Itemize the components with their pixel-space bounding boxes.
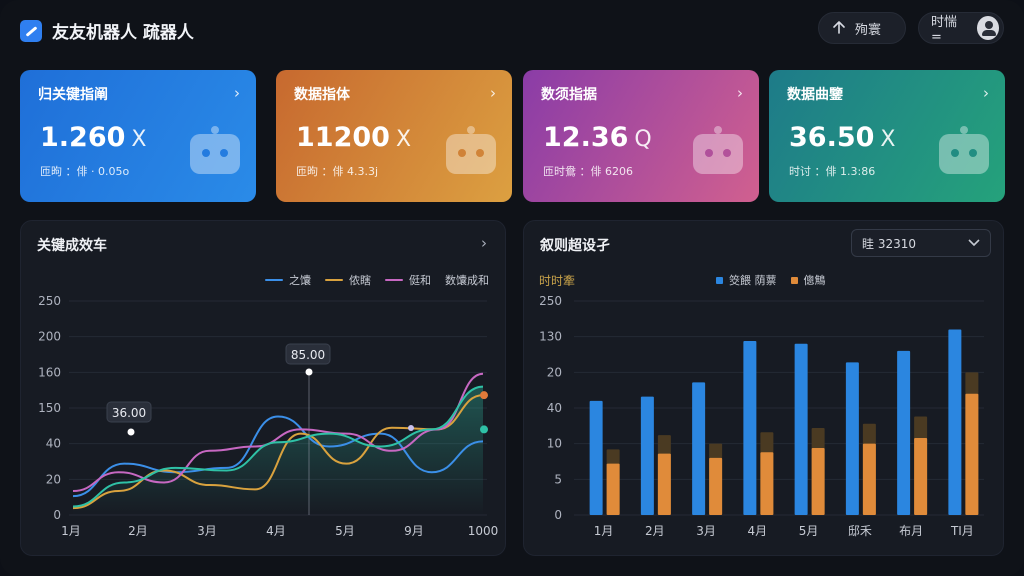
chevron-right-icon[interactable]: › — [983, 84, 989, 102]
robot-icon — [937, 126, 991, 176]
bar-orange — [811, 447, 825, 515]
kpi-subtext: 匝昫 ：俳 4.3.3j — [296, 165, 379, 178]
bar-orange — [914, 437, 928, 515]
y-tick-label: 160 — [38, 365, 61, 379]
y-tick-label: 20 — [547, 365, 562, 379]
kpi-card-3[interactable]: 数须指据 › 12.36 Q 匝时鴦 ：俳 6206 — [523, 70, 759, 202]
y-tick-label: 130 — [539, 330, 562, 344]
chart-line-icon — [20, 19, 42, 42]
avatar[interactable] — [976, 16, 999, 40]
x-tick-label: TI月 — [950, 524, 974, 538]
bar-blue — [640, 396, 654, 515]
y-tick-label: 150 — [38, 401, 61, 415]
bar-blue — [743, 340, 757, 515]
bar-orange — [709, 457, 723, 515]
kpi-card-4[interactable]: 数据曲鑒 › 36.50 X 时讨 ：俳 1.3:86 — [769, 70, 1005, 202]
brand: 友友机器人 疏器人 — [20, 18, 194, 43]
y-tick-label: 0 — [53, 508, 61, 522]
robot-icon — [444, 126, 498, 176]
kpi-title: 数据曲鑒 — [787, 87, 843, 103]
kpi-value: 1.260 X — [40, 122, 147, 153]
x-tick-label: 布月 — [899, 524, 923, 538]
series-end-marker — [480, 425, 488, 434]
data-point-marker — [408, 425, 414, 431]
upload-button[interactable]: 殉寰 — [818, 12, 906, 44]
y-tick-label: 0 — [554, 508, 562, 522]
kpi-value: 11200 X — [296, 122, 412, 153]
x-tick-label: 2月 — [128, 524, 148, 538]
x-tick-label: 3月 — [696, 524, 716, 538]
chevron-right-icon[interactable]: › — [737, 84, 743, 102]
app-window: 友友机器人 疏器人 殉寰 时惴 = 归关键指阐 › 1.260 X 匝昫 ：俳 ·… — [0, 0, 1024, 576]
x-tick-label: 3月 — [197, 524, 217, 538]
robot-icon — [188, 126, 242, 176]
bar-blue — [692, 382, 706, 515]
bar-blue — [794, 343, 808, 515]
kpi-subtext: 匝昫 ：俳 · 0.05o — [40, 165, 130, 178]
y-tick-label: 40 — [547, 401, 562, 415]
kpi-card-1[interactable]: 归关键指阐 › 1.260 X 匝昫 ：俳 · 0.05o — [20, 70, 256, 202]
y-tick-label: 200 — [38, 330, 61, 344]
bar-orange — [657, 453, 671, 515]
line-chart: 250200160150402001月 2月 3月 4月 5月 9月 100036.0085… — [38, 294, 499, 538]
x-tick-label: 9月 — [404, 524, 424, 538]
user-menu-button[interactable]: 时惴 = — [918, 12, 1004, 45]
bar-blue — [589, 400, 603, 515]
kpi-card-2[interactable]: 数据指体 › 11200 X 匝昫 ：俳 4.3.3j — [276, 70, 512, 202]
x-tick-label: 4月 — [266, 524, 286, 538]
tooltip-value: 36.00 — [112, 406, 146, 420]
x-tick-label: 1000 — [468, 524, 499, 538]
kpi-value: 36.50 X — [789, 122, 896, 153]
kpi-title: 数据指体 — [294, 87, 350, 103]
x-tick-label: 1月 — [594, 524, 614, 538]
kpi-value: 12.36 Q — [543, 122, 652, 153]
data-point-marker — [127, 428, 135, 436]
x-tick-label: 5月 — [799, 524, 819, 538]
bar-orange — [862, 443, 876, 515]
bar-orange — [965, 393, 979, 515]
y-tick-label: 10 — [547, 437, 562, 451]
series-end-marker — [480, 391, 488, 400]
line-chart-panel: 关键成效车 › 之馕 侬瞎 侹和 数馕成和 250 200 160 150 40 20 0 1… — [20, 220, 506, 556]
data-point-marker — [305, 368, 313, 376]
y-tick-label: 5 — [554, 472, 562, 486]
x-tick-label: 邸禾 — [848, 524, 872, 538]
y-tick-label: 20 — [46, 472, 61, 486]
bar-chart: 250 130 20 40 10 5 0 1月 2月 3月 4月 5月 邸禾 布月 TI月 — [539, 294, 984, 538]
kpi-subtext: 匝时鴦 ：俳 6206 — [543, 165, 633, 178]
chevron-right-icon[interactable]: › — [234, 84, 240, 102]
chevron-right-icon[interactable]: › — [490, 84, 496, 102]
bar-blue — [845, 362, 859, 515]
kpi-subtext: 时讨 ：俳 1.3:86 — [789, 165, 876, 178]
robot-icon — [691, 126, 745, 176]
tooltip-value: 85.00 — [291, 348, 325, 362]
upload-label: 殉寰 — [855, 22, 882, 38]
bar-blue — [897, 350, 911, 515]
user-label: 时惴 = — [931, 15, 958, 45]
kpi-title: 归关键指阐 — [38, 87, 108, 103]
x-tick-label: 4月 — [748, 524, 768, 538]
y-tick-label: 40 — [46, 437, 61, 451]
y-tick-label: 250 — [539, 294, 562, 308]
upload-icon — [833, 21, 845, 34]
x-tick-label: 1月 — [61, 524, 81, 538]
bar-orange — [606, 463, 620, 515]
bar-chart-panel: 叙则超设孑 眭 32310 时时牽 筊餵 荫蔈 傯鷦 250 130 20 40 10 5… — [523, 220, 1004, 556]
app-title: 友友机器人 疏器人 — [52, 23, 194, 43]
x-tick-label: 2月 — [645, 524, 665, 538]
bar-blue — [948, 329, 962, 515]
y-tick-label: 250 — [38, 294, 61, 308]
kpi-title: 数须指据 — [541, 87, 597, 103]
x-tick-label: 5月 — [335, 524, 355, 538]
bar-orange — [760, 452, 774, 515]
